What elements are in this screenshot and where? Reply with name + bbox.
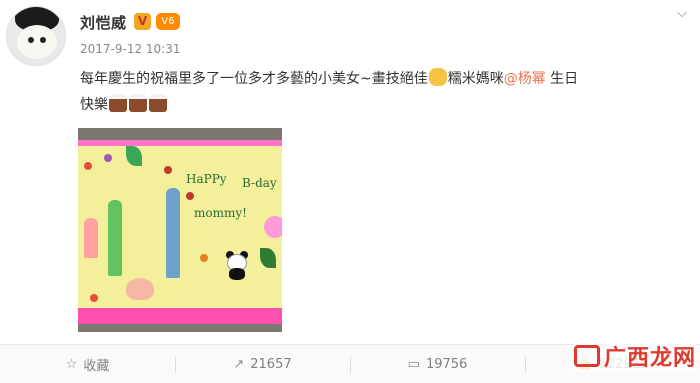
avatar-eye xyxy=(40,37,46,43)
cake-emoji-icon xyxy=(129,94,147,112)
watermark-logo-icon xyxy=(574,345,600,367)
sticker-dot xyxy=(104,154,112,162)
post-text-segment: 快樂 xyxy=(80,97,108,113)
sticker-dot xyxy=(200,254,208,262)
favorite-label: 收藏 xyxy=(83,359,110,374)
comment-button[interactable]: ▭ 19756 xyxy=(350,345,525,383)
pink-border xyxy=(78,140,282,146)
avatar-eye xyxy=(28,37,34,43)
star-icon: ☆ xyxy=(65,357,78,372)
weibo-post: 刘恺威 V V6 2017-9-12 10:31 ⌵ 每年慶生的祝福里多了一位多… xyxy=(0,0,700,383)
pink-border xyxy=(78,308,282,324)
comment-count: 19756 xyxy=(425,357,468,372)
clap-emoji-icon xyxy=(428,68,447,86)
cake-emoji-icon xyxy=(149,94,167,112)
post-photo[interactable]: HaPPy B-day mommy! xyxy=(78,128,282,332)
drawing-figure xyxy=(84,218,98,258)
mention-link[interactable]: @杨幂 xyxy=(504,71,546,87)
username[interactable]: 刘恺威 xyxy=(80,12,127,33)
panda-sticker-icon xyxy=(223,248,251,280)
watermark-text: 广西龙网 xyxy=(604,346,697,371)
chevron-down-icon[interactable]: ⌵ xyxy=(672,6,692,22)
avatar-face xyxy=(17,25,57,59)
vip-badge-icon[interactable]: V6 xyxy=(156,13,180,30)
repost-count: 21657 xyxy=(250,357,292,372)
sticker-dot xyxy=(90,294,98,302)
post-text-segment: 糯米媽咪 xyxy=(447,71,504,87)
drawing-text: mommy! xyxy=(194,206,247,220)
post-text-segment: 生日 xyxy=(545,71,579,87)
drawing-text: B-day xyxy=(242,176,277,190)
avatar[interactable] xyxy=(6,6,66,66)
drawing-figure xyxy=(166,188,180,278)
flower-sticker-icon xyxy=(264,216,282,238)
drawing-figure xyxy=(108,200,122,276)
sticker-dot xyxy=(164,166,172,174)
sticker-dot xyxy=(186,192,194,200)
post-text-segment: 每年慶生的祝福里多了一位多才多藝的小美女~畫技絕佳 xyxy=(80,71,428,87)
repost-button[interactable]: ↗ 21657 xyxy=(175,345,350,383)
sticker-dot xyxy=(84,162,92,170)
post-timestamp[interactable]: 2017-9-12 10:31 xyxy=(80,42,181,56)
heart-sticker-icon xyxy=(126,278,154,300)
site-watermark: 广西龙网 xyxy=(574,340,697,372)
comment-icon: ▭ xyxy=(407,357,420,372)
favorite-button[interactable]: ☆ 收藏 xyxy=(0,345,175,383)
post-text: 每年慶生的祝福里多了一位多才多藝的小美女~畫技絕佳 糯米媽咪@杨幂 生日 快樂 xyxy=(80,66,680,118)
drawing-text: HaPPy xyxy=(186,172,227,186)
cake-emoji-icon xyxy=(109,94,127,112)
share-icon: ↗ xyxy=(233,357,245,372)
verified-badge-icon[interactable]: V xyxy=(134,13,151,30)
